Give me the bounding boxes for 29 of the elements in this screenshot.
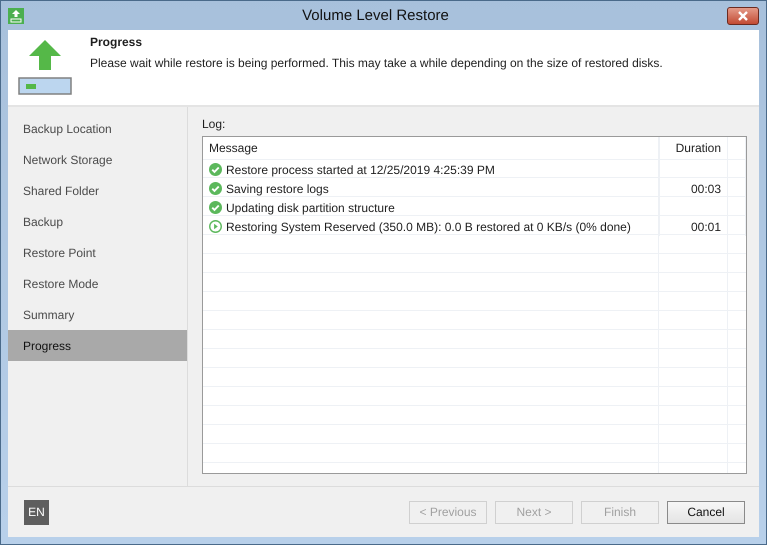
step-item[interactable]: Progress	[8, 330, 187, 361]
step-item[interactable]: Restore Point	[8, 237, 187, 268]
close-button[interactable]	[727, 6, 759, 24]
step-item[interactable]: Shared Folder	[8, 175, 187, 206]
step-item[interactable]: Summary	[8, 299, 187, 330]
step-item[interactable]: Backup	[8, 206, 187, 237]
page-description: Please wait while restore is being performed. This may take a while depending on the size of restored disks.	[90, 56, 663, 70]
message-text: Restoring System Reserved (350.0 MB): 0.0 B restored at 0 KB/s (0% done)	[226, 220, 631, 234]
close-icon	[738, 10, 748, 20]
check-icon	[209, 201, 222, 214]
column-header: Duration	[660, 137, 728, 159]
page-title: Progress	[90, 35, 144, 49]
duration-cell: 00:03	[660, 179, 728, 198]
message-text: Updating disk partition structure	[226, 200, 395, 214]
play-icon	[209, 220, 222, 233]
language-indicator[interactable]: EN	[24, 500, 49, 524]
message-text: Saving restore logs	[226, 182, 329, 196]
window-title: Volume Level Restore	[301, 7, 450, 24]
check-icon	[209, 163, 222, 176]
step-item[interactable]: Backup Location	[8, 113, 187, 144]
log-label: Log:	[202, 117, 226, 131]
step-item[interactable]: Restore Mode	[8, 268, 187, 299]
check-icon	[209, 182, 222, 195]
wizard-button[interactable]: Cancel	[667, 500, 745, 524]
message-text: Restore process started at 12/25/2019 4:25:39 PM	[226, 162, 495, 176]
app-icon	[8, 8, 24, 24]
step-item[interactable]: Network Storage	[8, 144, 187, 175]
column-header: Message	[203, 137, 660, 159]
duration-cell: 00:01	[660, 217, 728, 236]
